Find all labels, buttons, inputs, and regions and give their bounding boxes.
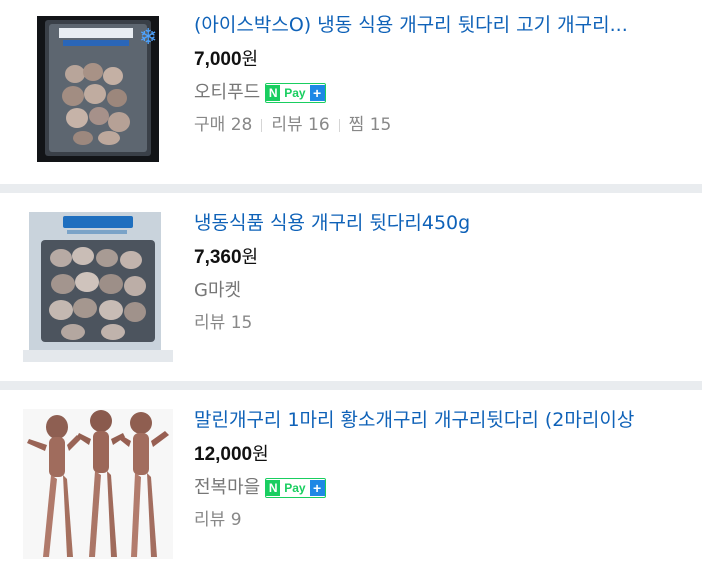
product-price: 7,360원 xyxy=(194,245,702,271)
plus-icon: + xyxy=(309,85,325,101)
seller-name[interactable]: 전복마을 xyxy=(194,475,260,501)
stat-review[interactable]: 리뷰 9 xyxy=(194,507,242,533)
plus-icon: + xyxy=(309,480,325,496)
seller-row: 오티푸드 N Pay + xyxy=(194,80,702,106)
stat-label: 리뷰 xyxy=(194,313,226,333)
product-thumbnail-link[interactable]: ❄ xyxy=(23,14,173,164)
seller-name[interactable]: 오티푸드 xyxy=(194,80,260,106)
item-separator xyxy=(0,184,702,193)
price-currency: 원 xyxy=(252,444,269,465)
price-value: 12,000 xyxy=(194,444,253,465)
product-info: 냉동식품 식용 개구리 뒷다리450g 7,360원 G마켓 리뷰 15 xyxy=(194,212,702,336)
stat-purchase: 구매 28 xyxy=(194,112,252,138)
product-stats: 리뷰 15 xyxy=(194,310,702,336)
price-value: 7,360 xyxy=(194,247,242,268)
product-stats: 리뷰 9 xyxy=(194,507,702,533)
product-info: (아이스박스O) 냉동 식용 개구리 뒷다리 고기 개구리... 7,000원 … xyxy=(194,14,702,138)
snowflake-icon: ❄ xyxy=(139,25,157,50)
npay-badge: N Pay + xyxy=(265,83,326,103)
stat-wishlist: 찜 15 xyxy=(349,112,392,138)
price-currency: 원 xyxy=(241,247,259,268)
product-price: 7,000원 xyxy=(194,47,702,73)
price-value: 7,000 xyxy=(194,49,242,70)
stat-review[interactable]: 리뷰 15 xyxy=(194,310,252,336)
product-price: 12,000원 xyxy=(194,442,702,468)
stat-value: 28 xyxy=(230,115,253,135)
stat-value: 16 xyxy=(308,115,330,135)
npay-n-icon: N xyxy=(266,85,281,101)
npay-label: Pay xyxy=(284,86,306,100)
product-item: 말린개구리 1마리 황소개구리 개구리뒷다리 (2마리이상 12,000원 전복… xyxy=(0,409,702,559)
seller-row: G마켓 xyxy=(194,278,702,304)
stat-label: 리뷰 xyxy=(194,510,226,530)
product-thumbnail-link[interactable] xyxy=(23,212,173,362)
dried-frogs-image xyxy=(23,409,173,559)
product-list: ❄ (아이스박스O) 냉동 식용 개구리 뒷다리 고기 개구리... 7,000… xyxy=(0,0,702,567)
stat-divider xyxy=(338,118,340,132)
product-title-link[interactable]: 말린개구리 1마리 황소개구리 개구리뒷다리 (2마리이상 xyxy=(194,408,702,434)
stat-label: 리뷰 xyxy=(271,115,303,135)
stat-value: 15 xyxy=(369,115,392,135)
product-info: 말린개구리 1마리 황소개구리 개구리뒷다리 (2마리이상 12,000원 전복… xyxy=(194,409,702,533)
npay-badge: N Pay + xyxy=(265,478,326,498)
seller-name[interactable]: G마켓 xyxy=(194,278,241,304)
stat-review[interactable]: 리뷰 16 xyxy=(271,112,329,138)
product-item: ❄ (아이스박스O) 냉동 식용 개구리 뒷다리 고기 개구리... 7,000… xyxy=(0,14,702,164)
item-separator xyxy=(0,381,702,390)
frozen-frog-legs-bag-image xyxy=(23,212,173,362)
product-thumbnail-link[interactable] xyxy=(23,409,173,559)
frozen-frog-legs-package-image: ❄ xyxy=(23,14,173,164)
npay-n-icon: N xyxy=(266,480,281,496)
price-currency: 원 xyxy=(241,49,259,70)
seller-row: 전복마을 N Pay + xyxy=(194,475,702,501)
product-stats: 구매 28 리뷰 16 찜 15 xyxy=(194,112,702,138)
product-title-link[interactable]: (아이스박스O) 냉동 식용 개구리 뒷다리 고기 개구리... xyxy=(194,13,702,39)
stat-label: 구매 xyxy=(194,115,226,135)
product-item: 냉동식품 식용 개구리 뒷다리450g 7,360원 G마켓 리뷰 15 xyxy=(0,212,702,362)
stat-value: 9 xyxy=(230,510,242,530)
stat-label: 찜 xyxy=(348,115,365,135)
product-title-link[interactable]: 냉동식품 식용 개구리 뒷다리450g xyxy=(194,211,702,237)
stat-value: 15 xyxy=(230,313,253,333)
stat-divider xyxy=(261,118,263,132)
npay-label: Pay xyxy=(284,481,306,495)
